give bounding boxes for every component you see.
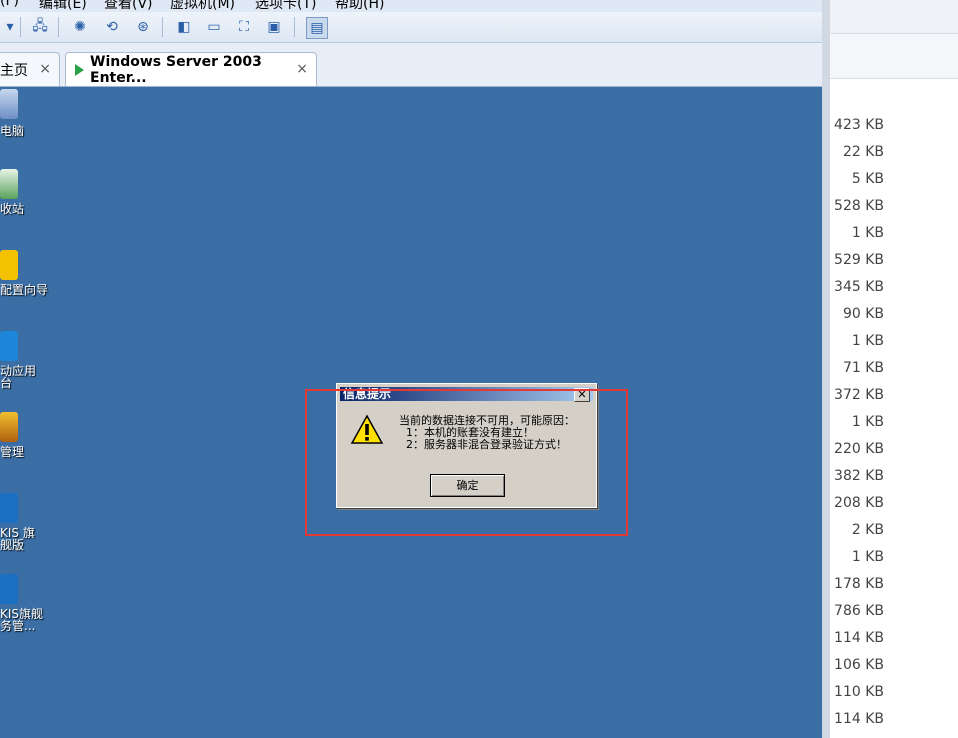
snapshot-manager-icon[interactable]: ⊛ bbox=[133, 17, 153, 37]
file-size-cell: 106 KB bbox=[834, 657, 884, 673]
file-size-cell: 1 KB bbox=[851, 414, 884, 430]
guest-desktop[interactable]: 电脑 收站 配置向导 动应用 台 管理 KIS 旗 舰版 KIS旗舰 务管... bbox=[0, 87, 822, 738]
panel-header bbox=[830, 0, 958, 34]
file-size-cell: 529 KB bbox=[834, 252, 884, 268]
kis-icon bbox=[0, 574, 18, 604]
snapshot-revert-icon[interactable]: ⟲ bbox=[102, 17, 122, 37]
desktop-icon-label: KIS 旗 舰版 bbox=[0, 526, 35, 552]
tab-windows-server[interactable]: Windows Server 2003 Enter... × bbox=[65, 52, 317, 86]
snapshot-take-icon[interactable]: ✺ bbox=[70, 17, 90, 37]
file-size-cell: 528 KB bbox=[834, 198, 884, 214]
tab-home-label: 主页 bbox=[0, 62, 28, 79]
menu-file[interactable]: (F) bbox=[0, 0, 19, 9]
toolbar-separator bbox=[20, 17, 21, 37]
sidebar-view-icon[interactable]: ◧ bbox=[174, 17, 194, 37]
file-size-cell: 114 KB bbox=[834, 630, 884, 646]
desktop-icon-label: 配置向导 bbox=[0, 283, 49, 297]
close-icon[interactable]: × bbox=[39, 61, 51, 77]
file-size-cell: 382 KB bbox=[834, 468, 884, 484]
file-size-cell: 208 KB bbox=[834, 495, 884, 511]
file-size-cell: 1 KB bbox=[851, 333, 884, 349]
vm-running-icon bbox=[75, 63, 84, 76]
file-size-cell: 5 KB bbox=[851, 171, 884, 187]
file-size-cell: 423 KB bbox=[834, 117, 884, 133]
wizard-icon bbox=[0, 250, 18, 280]
kis-icon bbox=[0, 493, 18, 523]
management-icon bbox=[0, 412, 18, 442]
tab-home[interactable]: 主页 × bbox=[0, 52, 60, 86]
cloud-app-icon bbox=[0, 331, 18, 361]
highlight-box bbox=[305, 389, 628, 536]
file-size-cell: 178 KB bbox=[834, 576, 884, 592]
file-list-panel: 423 KB 22 KB 5 KB 528 KB 1 KB 529 KB 345 KB 90 … bbox=[822, 0, 958, 738]
file-size-cell: 1 KB bbox=[851, 549, 884, 565]
desktop-icon-label: 动应用 台 bbox=[0, 364, 37, 390]
toolbar: ▾ 🖧 ✺ ⟲ ⊛ ◧ ▭ ⛶ ▣ ▤ bbox=[0, 12, 822, 43]
file-size-cell: 71 KB bbox=[842, 360, 884, 376]
vm-host-window: (F) 编辑(E) 查看(V) 虚拟机(M) 选项卡(T) 帮助(H) ▾ 🖧 … bbox=[0, 0, 822, 738]
toolbar-separator bbox=[58, 17, 59, 37]
file-size-cell: 1 KB bbox=[851, 225, 884, 241]
file-size-cell: 114 KB bbox=[834, 711, 884, 727]
console-view-icon[interactable]: ▭ bbox=[204, 17, 224, 37]
file-size-cell: 2 KB bbox=[851, 522, 884, 538]
file-size-cell: 220 KB bbox=[834, 441, 884, 457]
desktop-icon-label: 电脑 bbox=[0, 124, 25, 138]
panel-divider[interactable] bbox=[822, 0, 830, 738]
fullscreen-icon[interactable]: ⛶ bbox=[234, 17, 254, 37]
tab-windows-server-label: Windows Server 2003 Enter... bbox=[90, 53, 262, 86]
computer-icon bbox=[0, 89, 18, 119]
file-size-cell: 786 KB bbox=[834, 603, 884, 619]
menu-bar: (F) 编辑(E) 查看(V) 虚拟机(M) 选项卡(T) 帮助(H) bbox=[0, 0, 822, 12]
file-size-cell: 345 KB bbox=[834, 279, 884, 295]
toolbar-separator bbox=[162, 17, 163, 37]
file-size-cell: 372 KB bbox=[834, 387, 884, 403]
close-icon[interactable]: × bbox=[296, 61, 308, 77]
dropdown-arrow-icon[interactable]: ▾ bbox=[0, 17, 20, 37]
network-icon[interactable]: 🖧 bbox=[30, 17, 50, 37]
desktop-icon-label: 收站 bbox=[0, 202, 25, 216]
file-size-cell: 90 KB bbox=[842, 306, 884, 322]
unity-icon[interactable]: ▣ bbox=[264, 17, 284, 37]
quick-switch-icon[interactable]: ▤ bbox=[306, 17, 328, 39]
desktop-icon-label: KIS旗舰 务管... bbox=[0, 607, 44, 633]
toolbar-separator bbox=[294, 17, 295, 37]
tab-bar: 主页 × Windows Server 2003 Enter... × bbox=[0, 43, 822, 87]
file-size-cell: 22 KB bbox=[842, 144, 884, 160]
file-size-cell: 110 KB bbox=[834, 684, 884, 700]
desktop-icon-label: 管理 bbox=[0, 445, 25, 459]
column-header bbox=[830, 34, 958, 79]
recycle-bin-icon bbox=[0, 169, 18, 199]
